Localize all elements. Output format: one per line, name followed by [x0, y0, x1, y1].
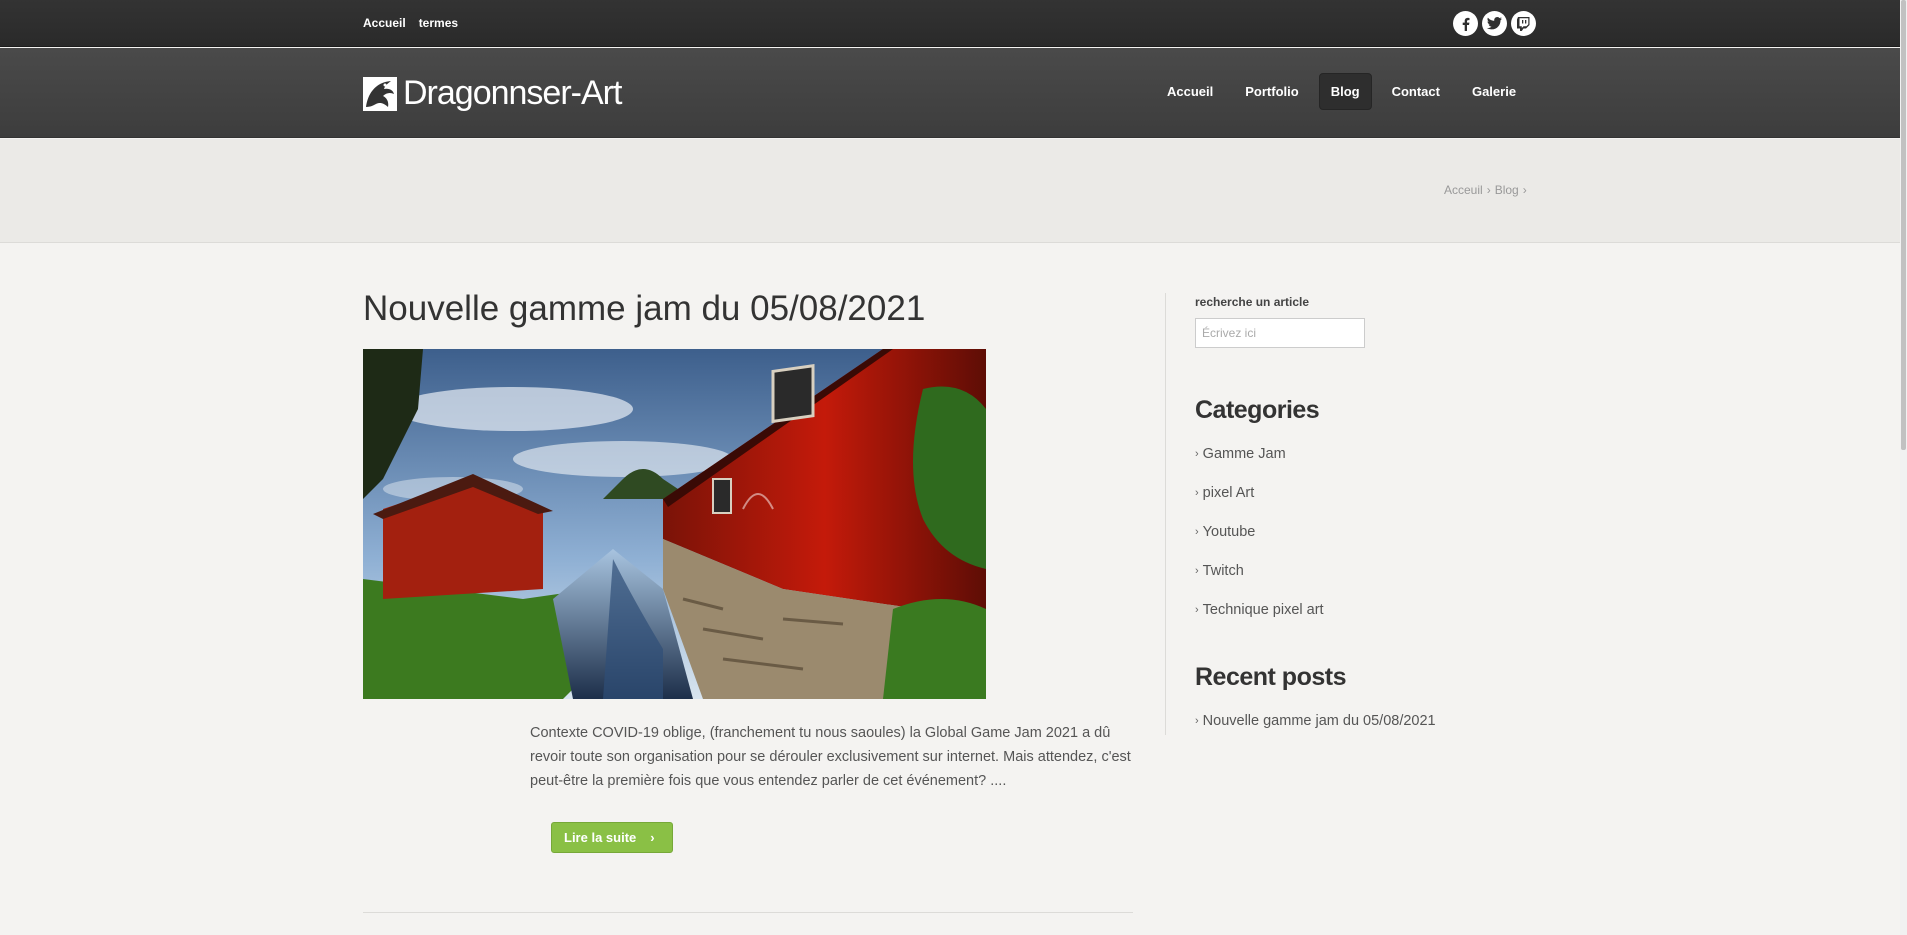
site-name: Dragonnser-Art [403, 74, 622, 112]
categories-list: › Gamme Jam › pixel Art › Youtube › Twitch ›… [1195, 446, 1324, 641]
sidebar-separator [1165, 293, 1166, 735]
post-image[interactable] [363, 349, 986, 699]
read-more-label: Lire la suite [564, 830, 637, 845]
read-more-button[interactable]: Lire la suite › [551, 822, 673, 853]
category-label: Gamme Jam [1202, 446, 1286, 462]
nav-accueil[interactable]: Accueil [1155, 73, 1225, 110]
top-link-termes[interactable]: termes [419, 16, 458, 30]
breadcrumb-bar: Acceuil › Blog › [0, 139, 1900, 243]
top-links: Accueil termes [363, 16, 458, 30]
category-item[interactable]: › pixel Art [1195, 485, 1324, 524]
facebook-icon[interactable] [1453, 11, 1478, 36]
search-input[interactable] [1195, 318, 1365, 348]
nav-blog[interactable]: Blog [1318, 73, 1372, 110]
post-divider [363, 912, 1133, 913]
category-item[interactable]: › Youtube [1195, 524, 1324, 563]
breadcrumb-separator: › [1486, 183, 1491, 197]
chevron-right-icon: › [1195, 715, 1199, 727]
chevron-right-icon: › [1195, 448, 1199, 460]
page-scrollbar[interactable] [1900, 0, 1907, 935]
breadcrumb-acceuil[interactable]: Acceuil [1444, 183, 1483, 197]
chevron-right-icon: › [1195, 526, 1199, 538]
top-link-accueil[interactable]: Accueil [363, 16, 406, 30]
category-item[interactable]: › Technique pixel art [1195, 602, 1324, 641]
category-label: Twitch [1202, 563, 1244, 579]
main-nav: Accueil Portfolio Blog Contact Galerie [1155, 73, 1528, 110]
scrollbar-thumb[interactable] [1901, 0, 1906, 450]
twitter-icon[interactable] [1482, 11, 1507, 36]
breadcrumb: Acceuil › Blog › [1444, 183, 1527, 197]
post-excerpt: Contexte COVID-19 oblige, (franchement t… [530, 725, 1131, 789]
nav-galerie[interactable]: Galerie [1460, 73, 1528, 110]
chevron-right-icon: › [1195, 487, 1199, 499]
post-title[interactable]: Nouvelle gamme jam du 05/08/2021 [363, 289, 925, 329]
recent-post-item[interactable]: › Nouvelle gamme jam du 05/08/2021 [1195, 713, 1436, 752]
category-item[interactable]: › Gamme Jam [1195, 446, 1324, 485]
site-header: Dragonnser-Art Accueil Portfolio Blog Co… [0, 48, 1900, 138]
twitch-icon[interactable] [1511, 11, 1536, 36]
chevron-right-icon: › [1195, 565, 1199, 577]
nav-portfolio[interactable]: Portfolio [1233, 73, 1310, 110]
categories-title: Categories [1195, 396, 1320, 424]
recent-post-label: Nouvelle gamme jam du 05/08/2021 [1202, 713, 1436, 729]
chevron-right-icon: › [1195, 604, 1199, 616]
breadcrumb-separator: › [1522, 183, 1527, 197]
category-label: pixel Art [1202, 485, 1255, 501]
search-label: recherche un article [1195, 295, 1310, 309]
category-item[interactable]: › Twitch [1195, 563, 1324, 602]
social-links [1453, 11, 1536, 36]
recent-posts-title: Recent posts [1195, 663, 1346, 691]
category-label: Technique pixel art [1202, 602, 1324, 618]
site-logo[interactable]: Dragonnser-Art [363, 74, 622, 113]
dragon-logo-icon [363, 76, 397, 111]
red-houses-canal-image [363, 349, 986, 699]
recent-posts-list: › Nouvelle gamme jam du 05/08/2021 [1195, 713, 1436, 752]
nav-contact[interactable]: Contact [1380, 73, 1452, 110]
category-label: Youtube [1202, 524, 1256, 540]
breadcrumb-blog[interactable]: Blog [1495, 183, 1519, 197]
top-bar: Accueil termes [0, 0, 1900, 47]
chevron-right-icon: › [650, 830, 655, 845]
